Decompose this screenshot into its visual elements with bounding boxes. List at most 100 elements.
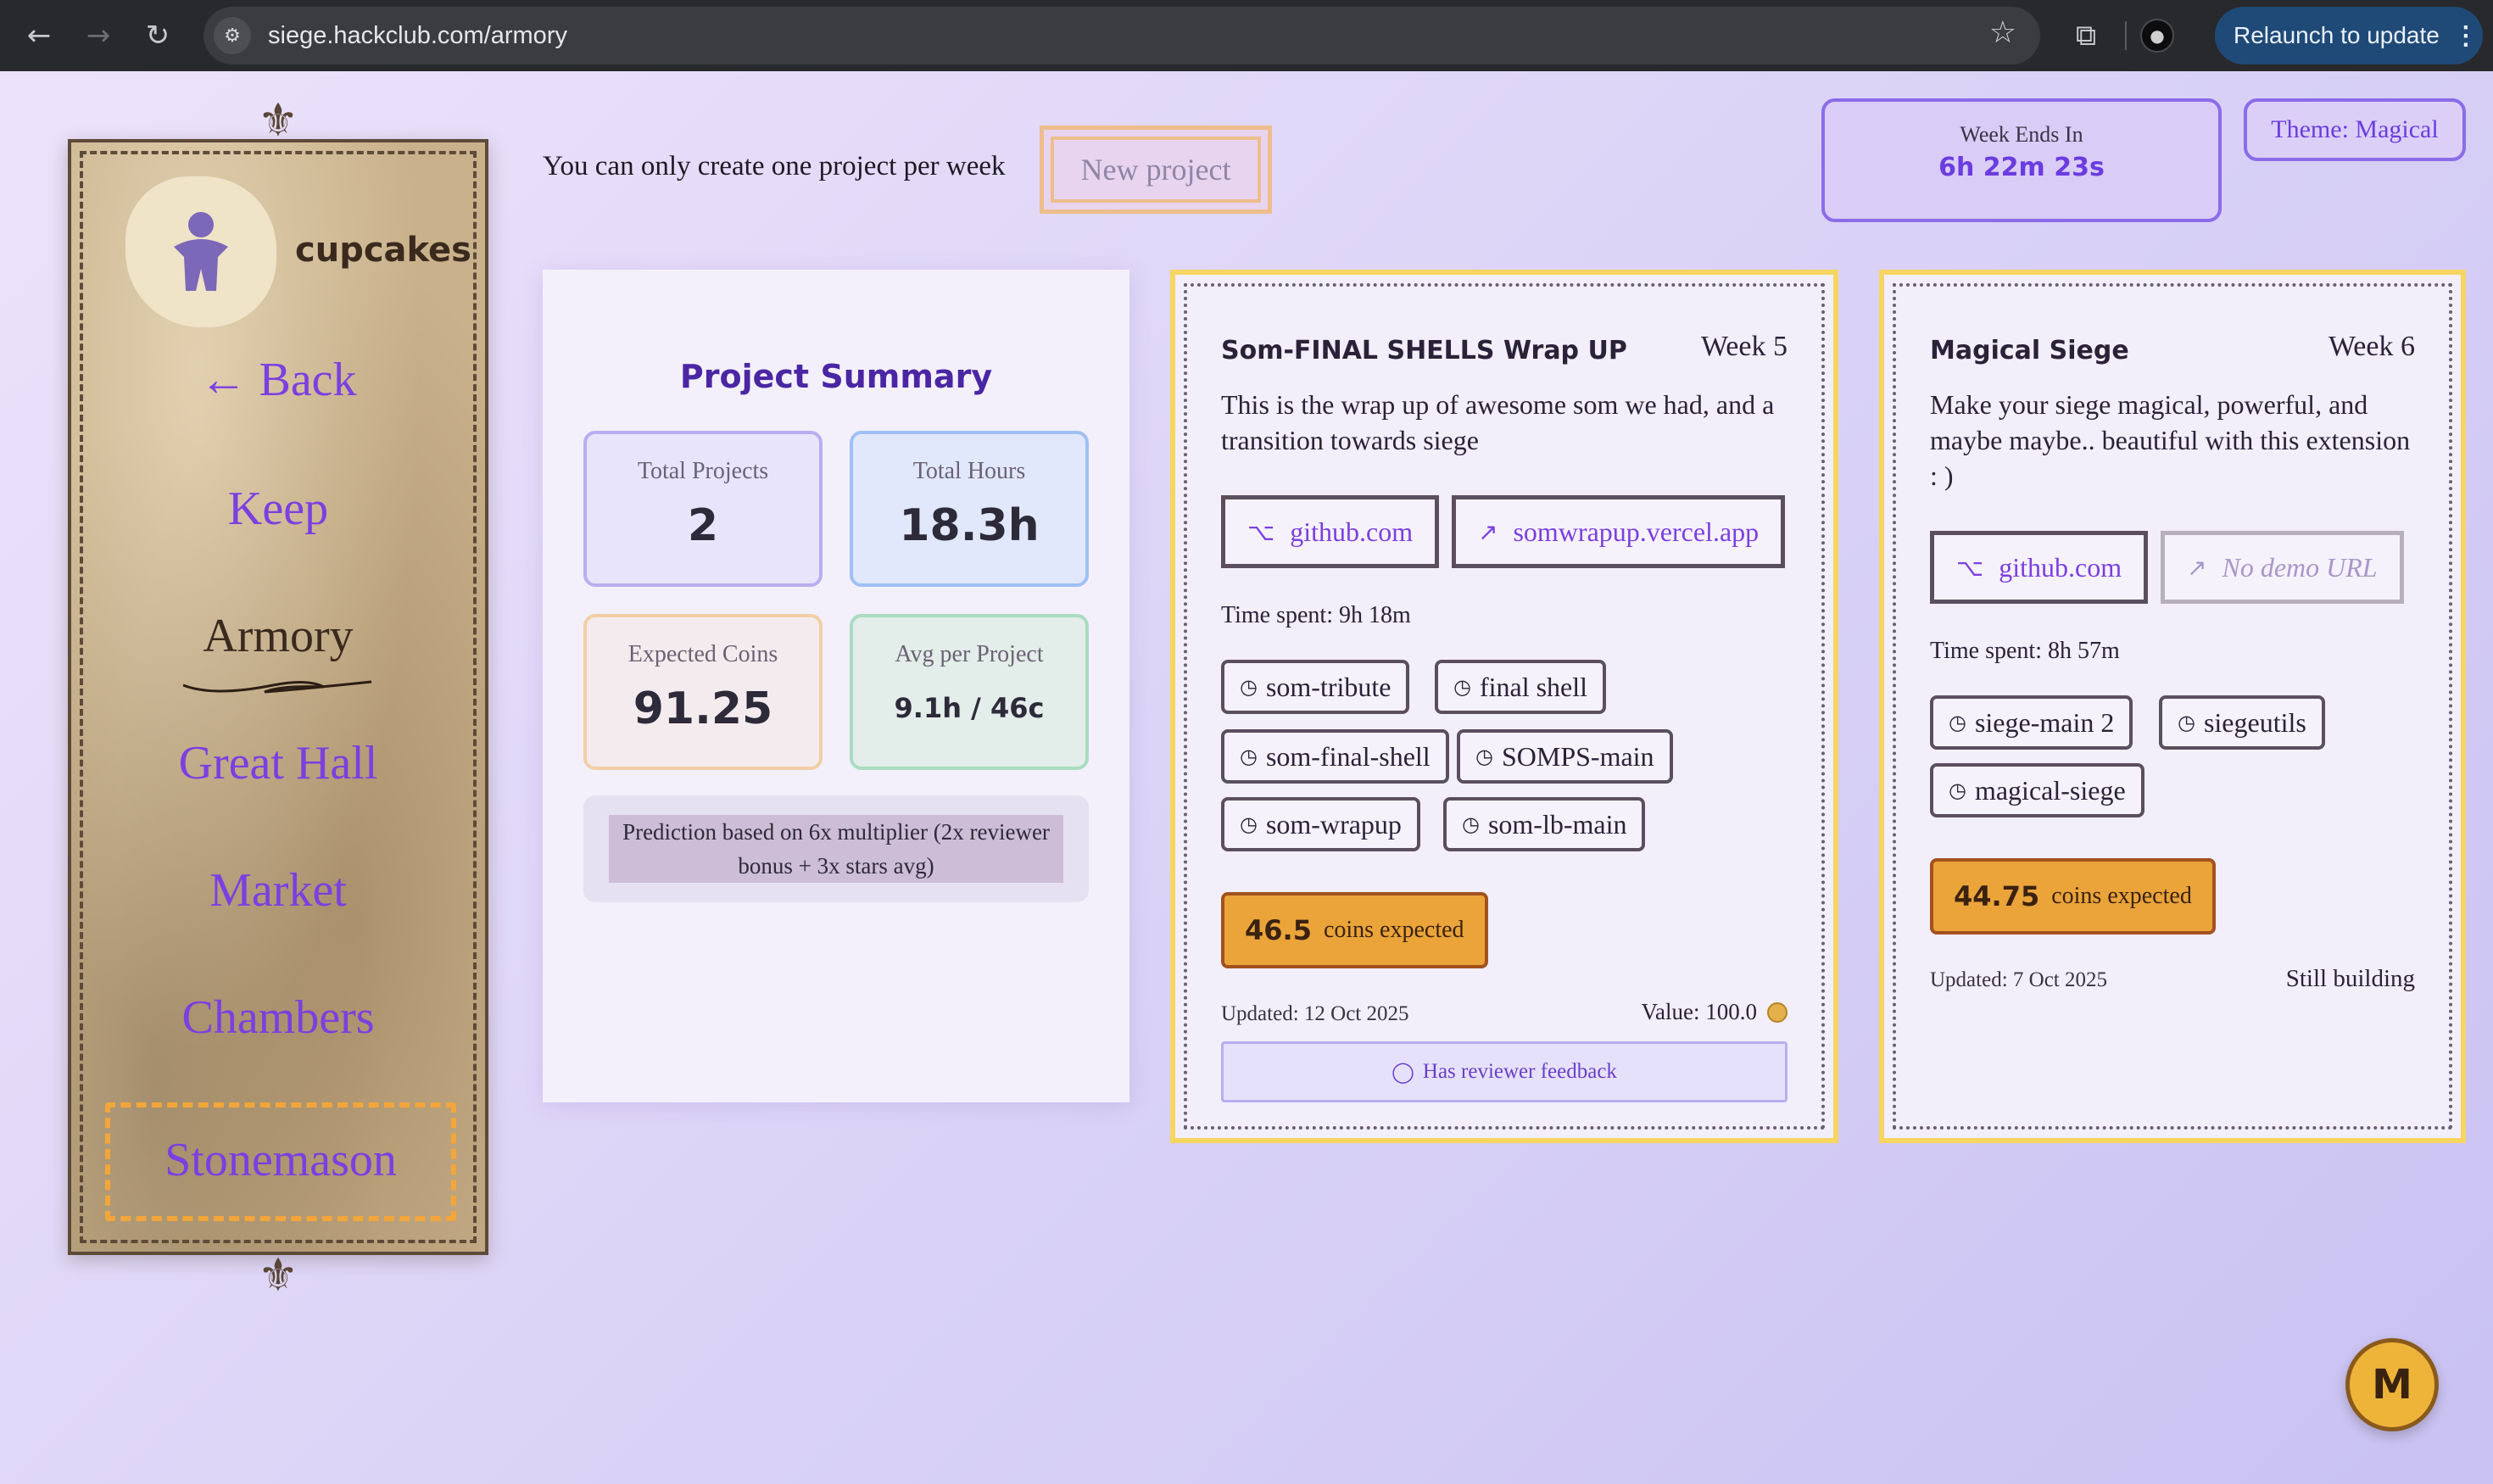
meeple-icon bbox=[174, 212, 228, 291]
project-tag[interactable]: ◷ SOMPS-main bbox=[1457, 729, 1673, 784]
project-description: This is the wrap up of awesome som we ha… bbox=[1221, 387, 1774, 458]
magical-extension-button[interactable]: M bbox=[2345, 1338, 2439, 1431]
tag-label: magical-siege bbox=[1974, 774, 2126, 806]
project-description: Make your siege magical, powerful, and m… bbox=[1930, 387, 2410, 494]
tag-label: som-tribute bbox=[1265, 671, 1392, 702]
scroll-bottom-finial-icon: ⚜ bbox=[257, 1248, 299, 1302]
site-settings-icon[interactable]: ⚙ bbox=[214, 17, 251, 54]
time-spent: Time spent: 9h 18m bbox=[1221, 602, 1411, 628]
reload-icon[interactable]: ↻ bbox=[137, 15, 178, 56]
project-tag[interactable]: ◷ siege-main 2 bbox=[1930, 695, 2133, 750]
week-ends-label: Week Ends In bbox=[1960, 122, 2083, 147]
time-spent: Time spent: 8h 57m bbox=[1930, 638, 2120, 664]
coins-value: 44.75 bbox=[1954, 880, 2040, 912]
more-icon[interactable]: ⋮ bbox=[2453, 21, 2479, 51]
description-line: Make your siege magical, powerful, and bbox=[1930, 389, 2368, 420]
sidebar-item-armory[interactable]: Armory bbox=[71, 609, 485, 663]
project-tag[interactable]: ◷ som-lb-main bbox=[1443, 797, 1646, 851]
project-title: Magical Siege bbox=[1930, 336, 2129, 365]
tag-label: SOMPS-main bbox=[1501, 740, 1654, 772]
project-tag[interactable]: ◷ final shell bbox=[1435, 660, 1607, 714]
demo-link-label: somwrapup.vercel.app bbox=[1513, 516, 1760, 547]
clock-icon: ◷ bbox=[1240, 745, 1258, 768]
week-ends-value: 6h 22m 23s bbox=[1938, 153, 2105, 182]
external-link-icon: ↗ bbox=[2187, 553, 2207, 582]
value-text: Value: 100.0 bbox=[1641, 999, 1757, 1024]
description-line: maybe maybe.. beautiful with this extens… bbox=[1930, 425, 2411, 455]
address-bar[interactable]: ⚙ siege.hackclub.com/armory ☆ bbox=[204, 7, 2040, 64]
project-limit-text: You can only create one project per week bbox=[543, 151, 1006, 181]
username: cupcakes bbox=[295, 231, 471, 270]
prediction-note: Prediction based on 6x multiplier (2x re… bbox=[583, 795, 1089, 902]
project-tag[interactable]: ◷ som-tribute bbox=[1221, 660, 1410, 714]
feedback-label: Has reviewer feedback bbox=[1422, 1060, 1617, 1083]
sidebar-item-market[interactable]: Market bbox=[71, 863, 485, 918]
comment-icon: ◯ bbox=[1392, 1060, 1414, 1084]
project-card: Som-FINAL SHELLS Wrap UP Week 5 This is … bbox=[1170, 270, 1838, 1143]
active-flourish-icon bbox=[182, 680, 372, 694]
project-tag[interactable]: ◷ magical-siege bbox=[1930, 763, 2144, 817]
github-icon: ⌥ bbox=[1956, 553, 1984, 582]
repo-link-button[interactable]: ⌥ github.com bbox=[1930, 531, 2149, 604]
repo-link-button[interactable]: ⌥ github.com bbox=[1221, 495, 1440, 568]
profile-icon[interactable]: ● bbox=[2140, 19, 2174, 53]
coins-expected-badge: 46.5 coins expected bbox=[1221, 892, 1488, 968]
tag-label: siegeutils bbox=[2203, 706, 2306, 738]
forward-icon[interactable]: → bbox=[78, 15, 119, 56]
project-summary-panel: Project Summary Total Projects 2 Total H… bbox=[543, 270, 1129, 1102]
clock-icon: ◷ bbox=[1240, 812, 1258, 836]
description-line: transition towards siege bbox=[1221, 425, 1479, 455]
sidebar-scroll: cupcakes ← Back Keep Armory Great Hall M… bbox=[68, 139, 488, 1255]
back-icon[interactable]: ← bbox=[19, 15, 59, 56]
tag-label: som-wrapup bbox=[1265, 808, 1402, 840]
stat-label: Avg per Project bbox=[895, 641, 1044, 667]
clock-icon: ◷ bbox=[2178, 711, 2195, 734]
repo-link-label: github.com bbox=[1999, 551, 2122, 583]
url-text[interactable]: siege.hackclub.com/armory bbox=[268, 22, 567, 50]
github-icon: ⌥ bbox=[1247, 517, 1275, 546]
clock-icon: ◷ bbox=[1240, 675, 1258, 699]
sidebar-item-great-hall[interactable]: Great Hall bbox=[71, 736, 485, 790]
browser-toolbar: ← → ↻ ⚙ siege.hackclub.com/armory ☆ ⧉ ● … bbox=[0, 0, 2493, 71]
demo-link-label: No demo URL bbox=[2222, 551, 2378, 583]
project-tag[interactable]: ◷ siegeutils bbox=[2159, 695, 2325, 750]
stat-avg-per-project: Avg per Project 9.1h / 46c bbox=[850, 614, 1089, 770]
star-icon[interactable]: ☆ bbox=[1989, 15, 2016, 50]
relaunch-label: Relaunch to update bbox=[2234, 22, 2440, 48]
tag-label: som-lb-main bbox=[1487, 808, 1627, 840]
stat-value: 2 bbox=[687, 500, 719, 551]
extensions-icon[interactable]: ⧉ bbox=[2061, 10, 2111, 61]
updated-date: Updated: 12 Oct 2025 bbox=[1221, 1002, 1409, 1025]
external-link-icon: ↗ bbox=[1478, 517, 1498, 546]
updated-date: Updated: 7 Oct 2025 bbox=[1930, 968, 2107, 991]
project-tag[interactable]: ◷ som-wrapup bbox=[1221, 797, 1420, 851]
stat-label: Total Hours bbox=[912, 458, 1026, 484]
clock-icon: ◷ bbox=[1949, 711, 1966, 734]
new-project-button[interactable]: New project bbox=[1040, 126, 1272, 214]
theme-button[interactable]: Theme: Magical bbox=[2244, 98, 2466, 161]
clock-icon: ◷ bbox=[1462, 812, 1480, 836]
summary-title: Project Summary bbox=[679, 358, 993, 395]
demo-link-button[interactable]: ↗ somwrapup.vercel.app bbox=[1452, 495, 1786, 568]
toolbar-divider bbox=[2125, 21, 2127, 50]
sidebar-item-back[interactable]: ← Back bbox=[71, 353, 485, 407]
clock-icon: ◷ bbox=[1949, 778, 1966, 802]
project-value: Value: 100.0 bbox=[1642, 999, 1787, 1025]
avatar[interactable] bbox=[125, 176, 276, 327]
tag-label: final shell bbox=[1479, 671, 1588, 702]
stat-label: Total Projects bbox=[637, 458, 769, 484]
stat-total-hours: Total Hours 18.3h bbox=[850, 431, 1089, 587]
project-title: Som-FINAL SHELLS Wrap UP bbox=[1221, 336, 1627, 365]
tag-label: som-final-shell bbox=[1265, 740, 1431, 772]
project-tag[interactable]: ◷ som-final-shell bbox=[1221, 729, 1449, 784]
new-project-label: New project bbox=[1051, 137, 1261, 203]
relaunch-button[interactable]: Relaunch to update ⋮ bbox=[2215, 7, 2483, 64]
stat-label: Expected Coins bbox=[627, 641, 778, 667]
scroll-top-finial-icon: ⚜ bbox=[257, 93, 299, 147]
week-countdown: Week Ends In 6h 22m 23s bbox=[1821, 98, 2222, 222]
sidebar-item-keep[interactable]: Keep bbox=[71, 482, 485, 536]
description-line: This is the wrap up of awesome som we ha… bbox=[1221, 389, 1775, 420]
sidebar-item-stonemason[interactable]: Stonemason bbox=[105, 1102, 456, 1221]
reviewer-feedback-button[interactable]: ◯ Has reviewer feedback bbox=[1221, 1041, 1787, 1102]
sidebar-item-chambers[interactable]: Chambers bbox=[71, 990, 485, 1045]
